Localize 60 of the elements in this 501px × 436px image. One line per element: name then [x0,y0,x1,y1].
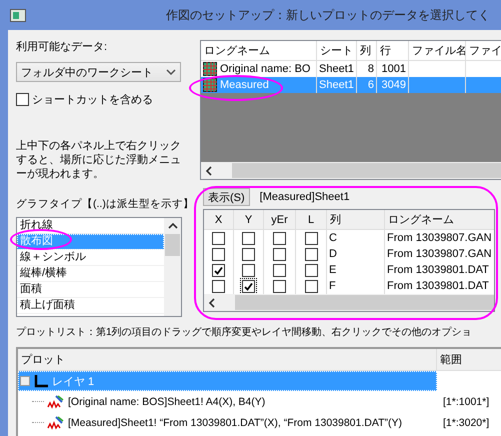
checkbox[interactable] [273,248,286,260]
worksheet-icon [203,78,217,92]
checkbox[interactable] [242,280,255,292]
caret-icon [166,69,176,75]
plot-list-hint: プロットリスト：第1列の項目のドラッグで順序変更やレイヤ間移動、右クリックでその他のオプショ [15,326,473,339]
range-cell-text: [1*:1001*] [442,396,490,408]
checkbox[interactable] [242,248,255,260]
horizontal-scrollbar[interactable] [201,162,501,179]
table-cell-text: Sheet1 [319,78,354,93]
range-cell-text: [1*:3020*] [442,416,490,428]
shortcut-label: ショートカットを含める [32,93,153,107]
checkbox[interactable] [304,280,318,292]
available-data-label: 利用可能なデータ: [16,40,108,55]
table-cell-text: D [329,247,337,262]
checkbox[interactable] [242,264,255,276]
table-cell-text: Measured [220,78,269,93]
table-cell-text: 6 [368,78,374,93]
checkbox[interactable] [304,248,318,260]
column-header[interactable]: 範囲 [437,349,501,371]
worksheet-icon [203,62,217,76]
table-cell-text: From 13039801.DAT [387,263,489,278]
checkbox[interactable] [16,93,29,106]
line-plot-icon [47,394,65,408]
sheet-label: [Measured]Sheet1 [260,191,350,203]
table-cell-text: C [329,231,337,246]
axes-icon [33,374,49,388]
checkbox[interactable] [212,280,225,292]
scroll-up-icon[interactable] [168,222,178,230]
table-cell-text: 3049 [382,78,406,93]
show-button[interactable]: 表示(S) [203,188,250,206]
source-dropdown[interactable]: フォルダ中のワークシート [16,62,181,82]
checkbox[interactable] [273,232,286,244]
checkbox[interactable] [304,232,318,244]
app-icon [10,8,26,22]
help-text: 上中下の各パネル上で右クリックすると、場所に応じた浮動メニューが現われます。 [16,139,182,181]
table-cell-text: Sheet1 [319,62,354,77]
checkbox[interactable] [273,280,286,292]
scroll-thumb[interactable] [165,234,180,256]
table-cell-text: F [329,279,336,294]
table-cell-text: 1001 [382,62,406,77]
line-plot-icon [47,416,65,430]
table-cell-text: From 13039801.DAT [387,279,489,294]
table-cell-text: From 13039807.GAN [387,247,492,262]
checkbox[interactable] [212,264,225,276]
highlight-ellipse [10,229,72,250]
table-cell-text: Original name: BO [220,62,310,77]
table-cell-text: From 13039807.GAN [387,231,492,246]
table-cell-text: E [329,263,336,278]
plot-name[interactable]: [Measured]Sheet1! “From 13039801.DAT”(X), “From 13039801.DAT”(Y) [68,416,402,428]
checkbox[interactable] [304,264,318,276]
checkbox[interactable] [273,264,286,276]
horizontal-scrollbar[interactable] [204,294,494,311]
checkbox[interactable] [212,248,225,260]
graph-type-label: グラフタイプ【(..)は派生型を示す】 [16,197,194,211]
worksheet-row[interactable]: Original name: BO Sheet1 8 1001 [201,61,501,77]
window-title: 作図のセットアップ：新しいプロットのデータを選択してく [166,6,490,24]
checkbox[interactable] [212,232,225,244]
table-cell-text: 8 [368,62,374,77]
checkbox[interactable] [242,232,255,244]
plot-name[interactable]: [Original name: BOS]Sheet1! A4(X), B4(Y) [68,396,266,408]
